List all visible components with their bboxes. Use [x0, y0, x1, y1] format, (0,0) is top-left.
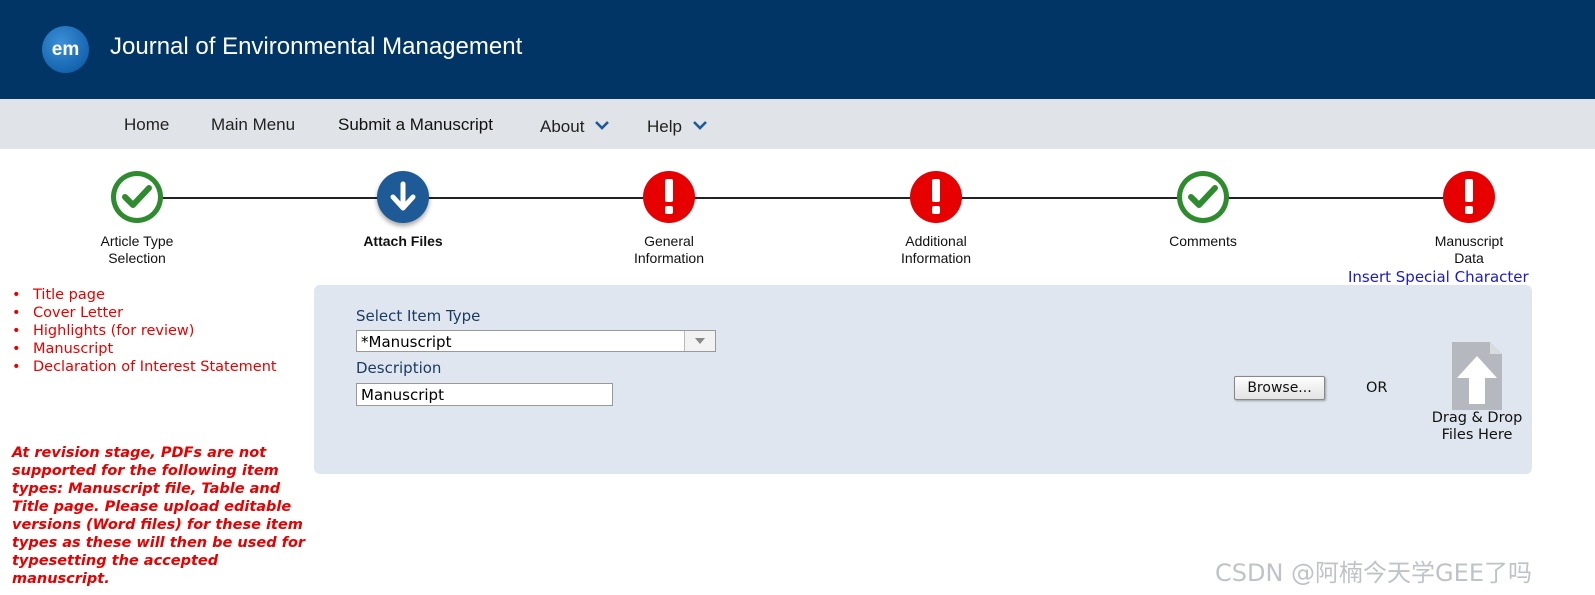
app-header: em Journal of Environmental Management — [0, 0, 1595, 99]
list-item: Title page — [12, 286, 277, 304]
chevron-down-icon — [594, 115, 610, 135]
upload-file-icon[interactable] — [1452, 342, 1502, 414]
chevron-down-icon — [692, 115, 708, 135]
nav-item-submit-manuscript[interactable]: Submit a Manuscript — [338, 115, 493, 135]
upload-panel: Select Item Type *Manuscript Description… — [314, 285, 1532, 474]
exclamation-circle-icon — [910, 171, 962, 223]
list-item: Manuscript — [12, 340, 277, 358]
step-label-line2: Information — [633, 250, 705, 266]
drag-drop-label: Drag & Drop Files Here — [1414, 410, 1540, 444]
journal-title: Journal of Environmental Management — [110, 33, 523, 60]
step-label-line2: Selection — [108, 250, 166, 266]
nav-item-label: Help — [647, 117, 682, 136]
step-comments[interactable]: Comments — [1123, 171, 1283, 250]
nav-item-main-menu[interactable]: Main Menu — [211, 115, 295, 135]
step-label-line1: Manuscript — [1434, 233, 1504, 249]
main-nav: Home Main Menu Submit a Manuscript About… — [0, 99, 1595, 149]
required-items-list: Title page Cover Letter Highlights (for … — [12, 286, 277, 376]
step-label-line1: Article Type — [100, 233, 174, 249]
journal-logo[interactable]: em — [42, 26, 89, 73]
description-input[interactable] — [356, 383, 613, 406]
step-additional-information[interactable]: Additional Information — [856, 171, 1016, 267]
description-label: Description — [356, 359, 442, 377]
nav-item-home[interactable]: Home — [124, 115, 169, 135]
step-general-information[interactable]: General Information — [589, 171, 749, 267]
step-article-type-selection[interactable]: Article Type Selection — [57, 171, 217, 267]
nav-item-about[interactable]: About — [540, 115, 610, 137]
nav-item-label: Home — [124, 115, 170, 134]
nav-item-label: About — [540, 117, 585, 136]
watermark: CSDN @阿楠今天学GEE了吗 — [1215, 559, 1532, 587]
drag-drop-line1: Drag & Drop — [1431, 410, 1523, 426]
check-circle-icon — [111, 171, 163, 223]
item-type-label: Select Item Type — [356, 307, 481, 325]
chevron-down-icon[interactable] — [684, 331, 715, 351]
drag-drop-line2: Files Here — [1441, 427, 1513, 443]
step-label-line1: Attach Files — [363, 233, 443, 249]
insert-special-character-link[interactable]: Insert Special Character — [1348, 268, 1529, 286]
step-label-line2: Data — [1454, 250, 1484, 266]
arrow-down-circle-icon — [377, 171, 429, 223]
step-label-line1: General — [644, 233, 694, 249]
nav-item-help[interactable]: Help — [647, 115, 708, 137]
list-item: Highlights (for review) — [12, 322, 277, 340]
step-label-line1: Additional — [905, 233, 967, 249]
exclamation-circle-icon — [1443, 171, 1495, 223]
nav-item-label: Submit a Manuscript — [338, 115, 493, 134]
browse-button[interactable]: Browse... — [1234, 376, 1325, 400]
list-item: Cover Letter — [12, 304, 277, 322]
list-item: Declaration of Interest Statement — [12, 358, 277, 376]
nav-item-label: Main Menu — [211, 115, 296, 134]
pdf-warning-note: At revision stage, PDFs are not supporte… — [12, 445, 306, 587]
step-label-line1: Comments — [1169, 233, 1237, 249]
check-circle-icon — [1177, 171, 1229, 223]
item-type-select[interactable]: *Manuscript — [356, 330, 716, 352]
step-manuscript-data[interactable]: Manuscript Data — [1389, 171, 1549, 267]
or-label: OR — [1366, 380, 1388, 396]
step-attach-files[interactable]: Attach Files — [323, 171, 483, 250]
step-label-line2: Information — [900, 250, 972, 266]
exclamation-circle-icon — [643, 171, 695, 223]
item-type-value: *Manuscript — [361, 333, 452, 351]
